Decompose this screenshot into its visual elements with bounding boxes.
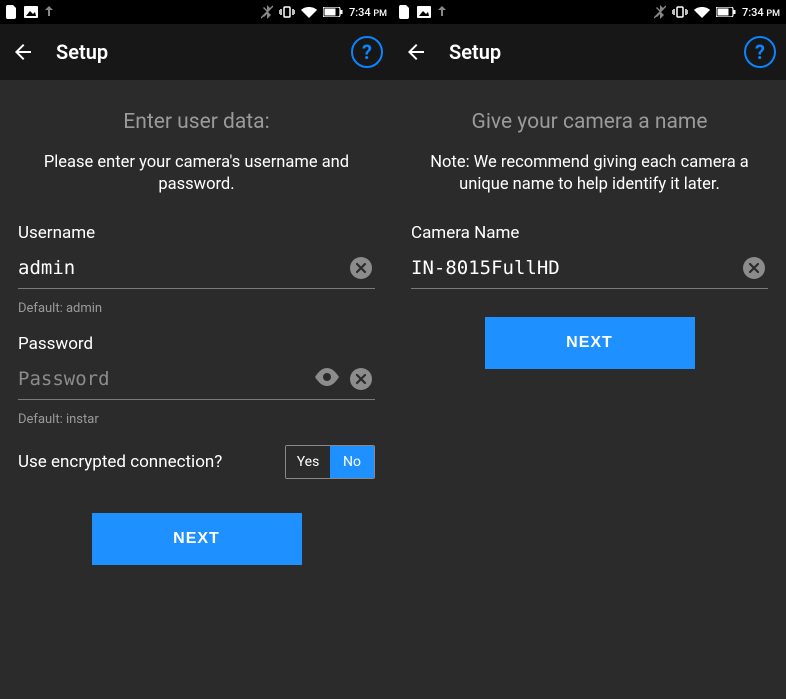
password-label: Password: [18, 334, 375, 354]
app-bar: Setup ?: [0, 24, 393, 80]
encrypted-toggle: Yes No: [285, 445, 375, 479]
page-title: Setup: [449, 40, 501, 64]
image-icon: [24, 6, 38, 18]
password-clear-button[interactable]: [347, 365, 375, 393]
help-button[interactable]: ?: [744, 36, 776, 68]
clear-icon: [743, 257, 765, 279]
help-button[interactable]: ?: [351, 36, 383, 68]
wifi-icon: [694, 6, 710, 18]
upload-icon: [437, 6, 447, 18]
username-label: Username: [18, 223, 375, 243]
image-icon: [417, 6, 431, 18]
encrypted-label: Use encrypted connection?: [18, 452, 285, 472]
username-field-wrap: [18, 249, 375, 289]
camera-name-label: Camera Name: [411, 223, 768, 243]
username-hint: Default: admin: [18, 301, 375, 316]
bluetooth-off-icon: [261, 5, 273, 19]
section-heading: Enter user data:: [18, 110, 375, 134]
status-time: 7:34 PM: [349, 6, 387, 19]
screen-camera-name: 7:34 PM Setup ? Give your camera a name …: [393, 0, 786, 699]
username-clear-button[interactable]: [347, 254, 375, 282]
password-visibility-button[interactable]: [313, 365, 341, 393]
username-input[interactable]: [18, 255, 341, 281]
vibrate-icon: [672, 6, 688, 18]
section-subtext: Please enter your camera's username and …: [18, 152, 375, 197]
camera-name-input[interactable]: [411, 255, 734, 281]
screen-user-data: 7:34 PM Setup ? Enter user data: Please …: [0, 0, 393, 699]
status-bar: 7:34 PM: [393, 0, 786, 24]
status-time: 7:34 PM: [742, 6, 780, 19]
section-heading: Give your camera a name: [411, 110, 768, 134]
app-bar: Setup ?: [393, 24, 786, 80]
battery-icon: [716, 7, 736, 17]
back-button[interactable]: [10, 39, 36, 65]
wifi-icon: [301, 6, 317, 18]
sim-icon: [6, 5, 18, 19]
clear-icon: [350, 368, 372, 390]
page-title: Setup: [56, 40, 108, 64]
battery-icon: [323, 7, 343, 17]
bluetooth-off-icon: [654, 5, 666, 19]
sim-icon: [399, 5, 411, 19]
section-subtext: Note: We recommend giving each camera a …: [411, 152, 768, 197]
camera-name-clear-button[interactable]: [740, 254, 768, 282]
camera-name-field-wrap: [411, 249, 768, 289]
clear-icon: [350, 257, 372, 279]
password-field-wrap: [18, 360, 375, 400]
vibrate-icon: [279, 6, 295, 18]
question-icon: ?: [755, 40, 765, 64]
next-button[interactable]: NEXT: [485, 317, 695, 369]
encrypted-yes-option[interactable]: Yes: [286, 446, 330, 478]
encrypted-no-option[interactable]: No: [330, 446, 374, 478]
question-icon: ?: [362, 40, 372, 64]
status-bar: 7:34 PM: [0, 0, 393, 24]
next-button[interactable]: NEXT: [92, 513, 302, 565]
upload-icon: [44, 6, 54, 18]
password-hint: Default: instar: [18, 412, 375, 427]
password-input[interactable]: [18, 366, 307, 392]
back-button[interactable]: [403, 39, 429, 65]
eye-icon: [315, 368, 339, 390]
